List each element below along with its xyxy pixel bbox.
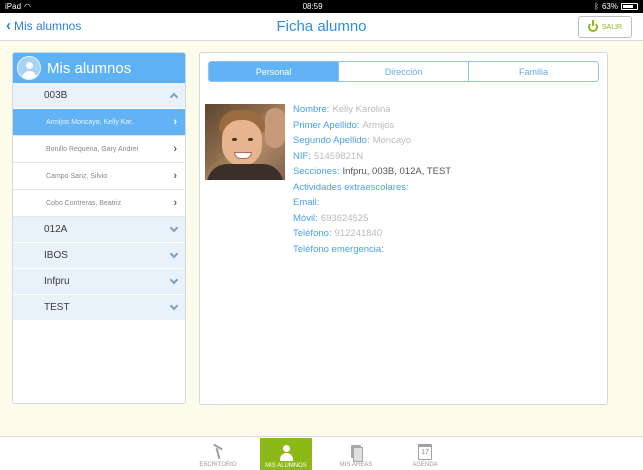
group-row-003b[interactable]: 003B (13, 83, 185, 109)
tab-label: MIS ALUMNOS (265, 463, 307, 469)
field-value: Armijos (362, 119, 395, 131)
students-panel: Mis alumnos 003B Armijos Moncayo, Kelly … (12, 52, 186, 404)
field-segundo-apellido: Segundo Apellido: Moncayo (293, 133, 603, 149)
field-label: Secciones: (293, 166, 340, 177)
group-name: Infpru (44, 276, 70, 287)
field-value: 51459821N (313, 150, 364, 162)
tab-familia[interactable]: Familia (469, 62, 598, 81)
field-label: Móvil: (293, 212, 318, 224)
field-label: Actividades extraescolares: (293, 181, 409, 193)
tab-agenda[interactable]: 17 AGENDA (399, 439, 451, 470)
field-actividades: Actividades extraescolares: (293, 180, 603, 196)
students-panel-header: Mis alumnos (13, 53, 185, 83)
chevron-down-icon (169, 223, 179, 233)
tab-direccion[interactable]: Dirección (339, 62, 469, 81)
student-row[interactable]: Cobo Contreras, Beatriz › (13, 190, 185, 217)
student-detail-panel: Personal Dirección Familia Nombre: Kelly … (199, 52, 608, 405)
student-name: Cobo Contreras, Beatriz (46, 199, 122, 207)
bottom-tab-bar: ESCRITORIO MIS ALUMNOS MIS ÁREAS 17 AGEN… (0, 436, 643, 470)
field-telefono-emergencia: Teléfono emergencia: (293, 242, 603, 258)
tab-personal[interactable]: Personal (209, 62, 339, 81)
field-email: Email: (293, 195, 603, 211)
logout-button[interactable]: SALIR (578, 16, 632, 38)
student-row[interactable]: Armijos Moncayo, Kelly Kar.. › (13, 109, 185, 136)
user-avatar-icon (17, 56, 41, 80)
power-icon (587, 20, 598, 32)
bluetooth-icon: ᛒ (594, 2, 599, 11)
student-photo (205, 104, 285, 180)
students-panel-title: Mis alumnos (47, 59, 132, 77)
device-label: iPad (5, 2, 22, 11)
chevron-up-icon (169, 92, 179, 102)
chevron-down-icon (169, 301, 179, 311)
chevron-down-icon (169, 249, 179, 259)
field-label: Teléfono emergencia: (293, 243, 384, 255)
student-name: Campo Sanz, Silvio (46, 172, 108, 180)
tab-label: AGENDA (412, 462, 438, 468)
field-telefono: Teléfono: 912241840 (293, 226, 603, 242)
student-info: Nombre: Kelly Karolina Primer Apellido: Ar… (293, 102, 603, 257)
status-bar: iPad ◠ 08:59 ᛒ 63% (0, 0, 643, 13)
field-label: Teléfono: (293, 228, 332, 239)
field-nombre: Nombre: Kelly Karolina (293, 102, 603, 118)
group-name: 003B (44, 90, 68, 101)
field-label: NIF: (293, 150, 311, 162)
tab-label: ESCRITORIO (199, 462, 237, 468)
field-label: Nombre: (293, 104, 330, 115)
field-movil: Móvil: 693624525 (293, 211, 603, 227)
field-label: Email: (293, 197, 320, 208)
field-secciones: Secciones: Infpru, 003B, 012A, TEST (293, 164, 603, 180)
group-row-ibos[interactable]: IBOS (13, 243, 185, 269)
chevron-right-icon: › (173, 116, 177, 128)
page-title: Ficha alumno (276, 18, 367, 35)
group-name: TEST (44, 302, 70, 313)
chevron-right-icon: › (173, 143, 177, 155)
group-name: IBOS (44, 250, 68, 261)
field-value: Kelly Karolina (332, 104, 391, 115)
calendar-icon: 17 (418, 444, 432, 460)
field-label: Segundo Apellido: (293, 135, 370, 146)
logout-label: SALIR (601, 23, 623, 31)
tab-label: MIS ÁREAS (339, 462, 373, 468)
student-name: Bonillo Requena, Gary Andrei (46, 145, 139, 153)
tab-mis-alumnos[interactable]: MIS ALUMNOS (260, 438, 312, 470)
field-value: 912241840 (334, 228, 383, 239)
student-name: Armijos Moncayo, Kelly Kar.. (46, 118, 136, 126)
group-name: 012A (44, 224, 68, 235)
field-nif: NIF: 51459821N (293, 149, 603, 165)
student-row[interactable]: Bonillo Requena, Gary Andrei › (13, 136, 185, 163)
field-value: 693624525 (320, 212, 369, 224)
desk-lamp-icon (211, 444, 225, 460)
battery-percent: 63% (601, 2, 618, 11)
field-value: Infpru, 003B, 012A, TEST (342, 166, 452, 177)
chevron-right-icon: › (173, 170, 177, 182)
student-row[interactable]: Campo Sanz, Silvio › (13, 163, 185, 190)
chevron-down-icon (169, 275, 179, 285)
user-icon (279, 445, 293, 461)
book-icon (349, 444, 363, 462)
clock: 08:59 (302, 2, 323, 11)
chevron-right-icon: › (173, 197, 177, 209)
field-label: Primer Apellido: (293, 119, 360, 131)
battery-icon (620, 3, 638, 10)
group-row-infpru[interactable]: Infpru (13, 269, 185, 295)
nav-bar: ‹ Mis alumnos Ficha alumno SALIR (0, 13, 643, 41)
wifi-icon: ◠ (24, 2, 31, 11)
tab-mis-areas[interactable]: MIS ÁREAS (330, 439, 382, 470)
group-row-012a[interactable]: 012A (13, 217, 185, 243)
detail-tabs: Personal Dirección Familia (208, 61, 599, 82)
field-primer-apellido: Primer Apellido: Armijos (293, 118, 603, 134)
group-row-test[interactable]: TEST (13, 295, 185, 321)
field-value: Moncayo (372, 135, 412, 146)
tab-escritorio[interactable]: ESCRITORIO (192, 439, 244, 470)
